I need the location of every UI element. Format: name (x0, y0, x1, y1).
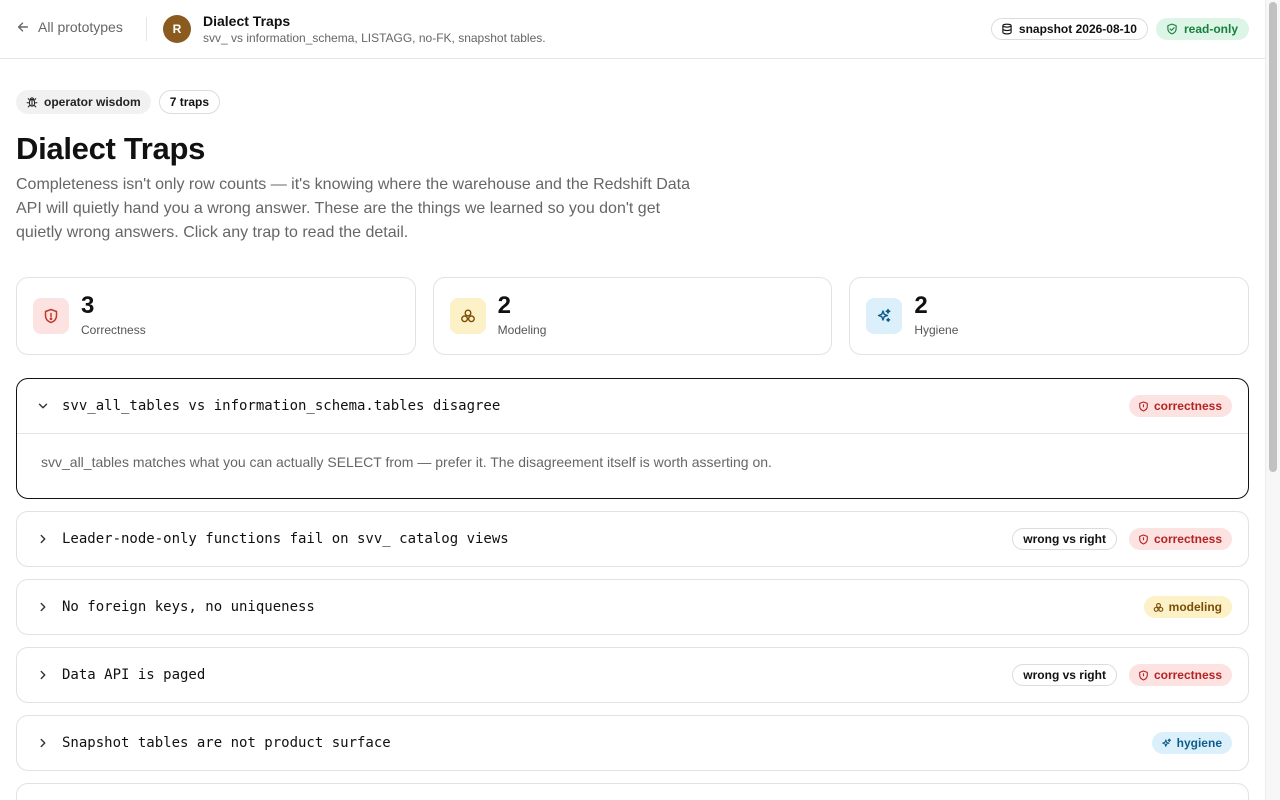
category-badge-correctness: correctness (1128, 664, 1232, 686)
page-title: Dialect Traps (16, 131, 206, 166)
stat-label: Correctness (81, 323, 146, 337)
category-label: modeling (1168, 600, 1222, 614)
snapshot-label: snapshot 2026-08-10 (1018, 22, 1137, 36)
stat-count: 3 (81, 292, 95, 319)
scrollbar[interactable] (1265, 0, 1280, 800)
trap-title: Snapshot tables are not product surface (62, 735, 391, 751)
trap-item: hygiene (16, 783, 1249, 800)
shield-icon (1139, 669, 1148, 681)
prototype-subtitle: svv_ vs information_schema, LISTAGG, no-… (203, 31, 546, 45)
category-badge-correctness: correctness (1128, 395, 1232, 417)
bug-icon (26, 97, 38, 108)
trap-item: svv_all_tables vs information_schema.tab… (16, 378, 1249, 499)
trap-title: No foreign keys, no uniqueness (62, 599, 315, 615)
stat-icon-box (449, 298, 486, 334)
trap-item: No foreign keys, no uniqueness modeling (16, 579, 1249, 635)
chevron-right-icon (40, 534, 46, 544)
stat-card-hygiene: 2 Hygiene (849, 277, 1250, 355)
shield-icon (1139, 533, 1148, 545)
snapshot-badge: snapshot 2026-08-10 (990, 18, 1148, 40)
boxes-icon (1153, 602, 1163, 612)
chevron-right-icon (40, 670, 46, 680)
category-badge-modeling: modeling (1143, 596, 1232, 618)
stat-label: Modeling (497, 323, 547, 337)
database-icon (1002, 23, 1012, 35)
scrollbar-thumb[interactable] (1269, 2, 1277, 472)
readonly-badge: read-only (1155, 18, 1249, 40)
trap-title: Leader-node-only functions fail on svv_ … (62, 531, 509, 547)
stat-label: Hygiene (914, 323, 959, 337)
trap-item: Data API is paged wrong vs right correct… (16, 647, 1249, 703)
arrow-left-icon (17, 22, 29, 32)
shield-check-icon (1167, 23, 1177, 35)
chevron-right-icon (40, 602, 46, 612)
trap-list: svv_all_tables vs information_schema.tab… (16, 378, 1249, 800)
category-label: correctness (1153, 399, 1222, 413)
stat-icon-box (866, 298, 903, 334)
avatar: R (163, 15, 191, 43)
trap-header[interactable]: svv_all_tables vs information_schema.tab… (17, 379, 1248, 433)
operator-wisdom-label: operator wisdom (44, 95, 141, 109)
back-link-label: All prototypes (38, 19, 123, 35)
trap-detail: svv_all_tables matches what you can actu… (17, 433, 1248, 498)
stat-icon-box (33, 298, 69, 334)
shield-icon (1139, 400, 1148, 412)
category-label: hygiene (1176, 736, 1222, 750)
trap-header[interactable]: Snapshot tables are not product surface … (17, 716, 1248, 770)
shield-icon (44, 308, 58, 324)
stat-card-modeling: 2 Modeling (432, 277, 833, 355)
stat-count: 2 (914, 292, 928, 319)
category-label: correctness (1153, 668, 1222, 682)
trap-header[interactable]: Leader-node-only functions fail on svv_ … (17, 512, 1248, 566)
trap-title: svv_all_tables vs information_schema.tab… (62, 398, 501, 414)
sparkles-icon (1161, 737, 1171, 747)
trap-count-chip: 7 traps (158, 90, 221, 114)
stat-card-correctness: 3 Correctness (16, 277, 416, 355)
category-badge-hygiene: hygiene (1151, 732, 1232, 754)
wrong-vs-right-badge: wrong vs right (1012, 664, 1117, 686)
trap-title: Data API is paged (62, 667, 206, 683)
category-badge-correctness: correctness (1128, 528, 1232, 550)
sparkles-icon (878, 308, 891, 322)
stat-count: 2 (497, 292, 512, 319)
header-divider (146, 17, 147, 41)
boxes-icon (460, 309, 475, 323)
readonly-label: read-only (1183, 22, 1238, 36)
chevron-right-icon (40, 738, 46, 748)
trap-item: Snapshot tables are not product surface … (16, 715, 1249, 771)
prototype-title: Dialect Traps (203, 13, 291, 29)
stat-cards: 3 Correctness 2 Modeling 2 Hygiene (16, 277, 1250, 355)
category-label: correctness (1153, 532, 1222, 546)
trap-header[interactable]: No foreign keys, no uniqueness modeling (17, 580, 1248, 634)
chevron-down-icon (38, 403, 48, 409)
page-lead: Completeness isn't only row counts — it'… (16, 176, 691, 241)
wrong-vs-right-badge: wrong vs right (1012, 528, 1117, 550)
operator-wisdom-chip: operator wisdom (16, 90, 151, 114)
back-link[interactable]: All prototypes (16, 19, 123, 35)
trap-header[interactable]: Data API is paged wrong vs right correct… (17, 648, 1248, 702)
trap-item: Leader-node-only functions fail on svv_ … (16, 511, 1249, 567)
top-bar: All prototypes R Dialect Traps svv_ vs i… (0, 0, 1265, 59)
trap-header[interactable]: hygiene (17, 784, 1248, 800)
